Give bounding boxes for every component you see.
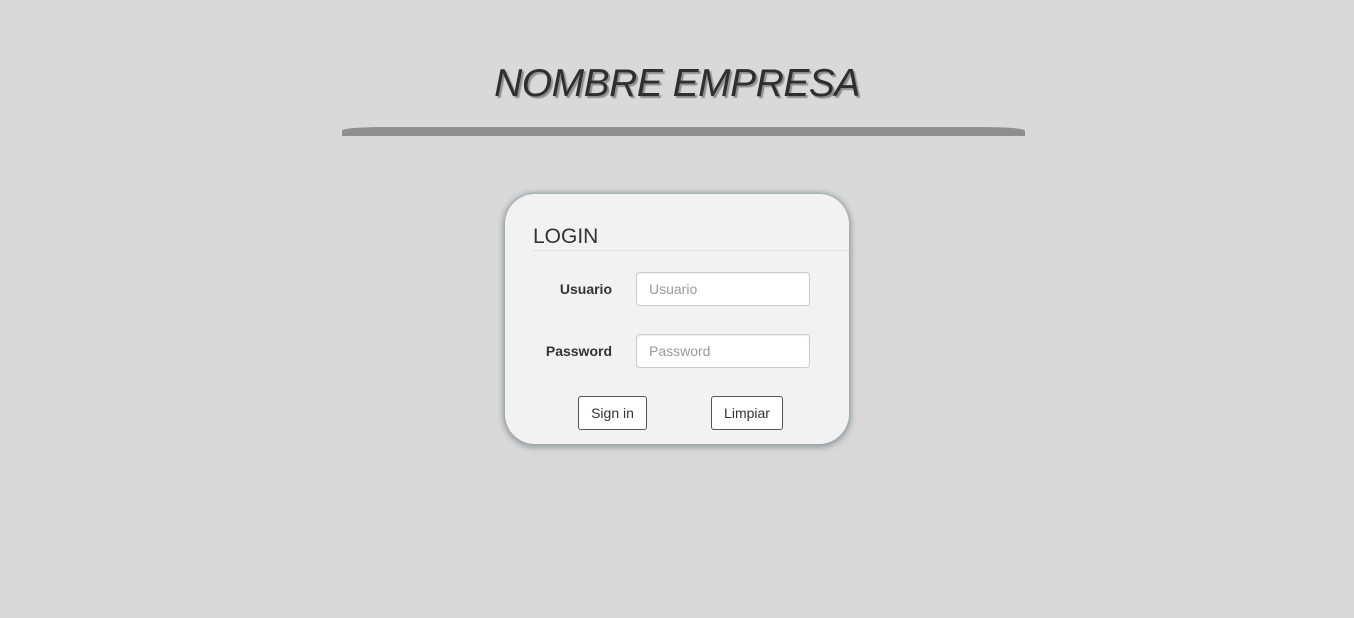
- login-form: LOGIN Usuario Password Sign in Limpiar: [505, 194, 849, 444]
- title-divider: [342, 127, 1025, 136]
- password-input[interactable]: [636, 334, 810, 368]
- username-label: Usuario: [559, 281, 612, 297]
- password-label: Password: [545, 343, 612, 359]
- login-page: NOMBRE EMPRESA LOGIN Usuario Password Si…: [0, 0, 1354, 618]
- login-heading: LOGIN: [533, 225, 599, 248]
- username-input[interactable]: [636, 272, 810, 306]
- company-name-title: NOMBRE EMPRESA: [494, 62, 860, 105]
- sign-in-button[interactable]: Sign in: [578, 396, 647, 430]
- heading-divider: [533, 250, 849, 251]
- clear-button[interactable]: Limpiar: [711, 396, 783, 430]
